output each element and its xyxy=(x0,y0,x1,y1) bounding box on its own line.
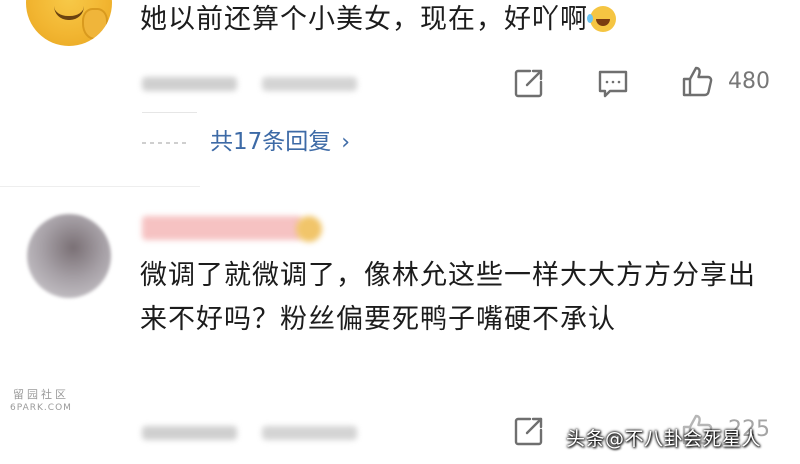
share-icon[interactable] xyxy=(512,66,546,100)
site-watermark-url: 6PARK.COM xyxy=(10,403,72,413)
view-replies-link[interactable]: 共17条回复 › xyxy=(210,126,350,159)
comment-separator xyxy=(0,186,200,187)
comment-location xyxy=(262,77,357,91)
divider xyxy=(142,112,197,113)
avatar[interactable] xyxy=(27,214,111,298)
user-badge-icon xyxy=(296,216,322,242)
comment-timestamp xyxy=(142,77,237,91)
site-watermark-name: 留园社区 xyxy=(13,388,69,401)
comment-text: 她以前还算个小美女，现在，好吖啊 xyxy=(140,0,616,40)
avatar-mouth xyxy=(54,6,84,20)
thumbs-up-icon[interactable] xyxy=(680,64,714,98)
username[interactable] xyxy=(142,216,302,240)
laugh-cry-emoji-icon xyxy=(587,6,616,32)
avatar[interactable] xyxy=(26,0,112,46)
chevron-right-icon: › xyxy=(341,130,351,155)
reply-dash xyxy=(142,142,190,144)
comment-timestamp xyxy=(142,426,237,440)
like-count: 480 xyxy=(728,69,770,94)
comment-text: 微调了就微调了，像林允这些一样大大方方分享出来不好吗？粉丝偏要死鸭子嘴硬不承认 xyxy=(140,260,756,335)
toutiao-watermark: 头条@不八卦会死星人 xyxy=(566,428,762,450)
site-watermark: 留园社区 6PARK.COM xyxy=(6,388,76,414)
avatar-hand xyxy=(82,8,108,40)
comment-icon[interactable] xyxy=(596,66,630,100)
share-icon[interactable] xyxy=(512,414,546,448)
comment-location xyxy=(262,426,357,440)
